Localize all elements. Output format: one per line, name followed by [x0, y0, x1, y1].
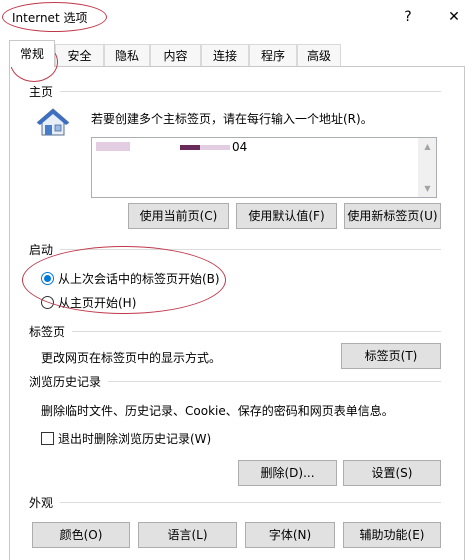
- startup-divider: [60, 249, 441, 250]
- colors-button[interactable]: 颜色(O): [32, 522, 130, 548]
- radio-homepage-label: 从主页开始(H): [58, 296, 137, 310]
- tabs-description: 更改网页在标签页中的显示方式。: [41, 351, 222, 365]
- homepage-address-field[interactable]: 04 ▲ ▼: [91, 137, 437, 198]
- radio-last-session[interactable]: [41, 272, 54, 285]
- history-settings-button[interactable]: 设置(S): [343, 460, 441, 486]
- appearance-divider: [60, 502, 441, 503]
- title-bar: Internet 选项 ? ✕: [0, 0, 473, 36]
- redacted-url-mark: [180, 145, 200, 150]
- tab-security[interactable]: 安全: [55, 44, 104, 66]
- tab-privacy[interactable]: 隐私: [104, 44, 150, 66]
- tabs-group-label: 标签页: [29, 325, 66, 339]
- use-default-button[interactable]: 使用默认值(F): [236, 203, 337, 229]
- use-new-tab-button[interactable]: 使用新标签页(U): [344, 203, 441, 229]
- home-icon: [36, 107, 70, 137]
- tab-connections[interactable]: 连接: [201, 44, 249, 66]
- redacted-url-mark: [96, 142, 130, 151]
- radio-homepage[interactable]: [41, 296, 54, 309]
- homepage-url-text: 04: [232, 140, 248, 154]
- delete-on-exit-label: 退出时删除浏览历史记录(W): [58, 432, 212, 446]
- delete-history-button[interactable]: 删除(D)...: [238, 460, 337, 486]
- use-current-button[interactable]: 使用当前页(C): [128, 203, 229, 229]
- history-group-label: 浏览历史记录: [29, 375, 102, 389]
- tabs-divider: [72, 331, 441, 332]
- tab-content[interactable]: 内容: [150, 44, 201, 66]
- help-button[interactable]: ?: [396, 6, 420, 28]
- delete-on-exit-checkbox[interactable]: [41, 432, 54, 445]
- tab-advanced[interactable]: 高级: [297, 44, 341, 66]
- address-scrollbar[interactable]: ▲ ▼: [418, 138, 436, 197]
- languages-button[interactable]: 语言(L): [138, 522, 237, 548]
- fonts-button[interactable]: 字体(N): [245, 522, 335, 548]
- homepage-divider: [60, 91, 441, 92]
- startup-group-label: 启动: [29, 243, 54, 257]
- scroll-down-icon[interactable]: ▼: [419, 180, 436, 197]
- history-divider: [108, 381, 441, 382]
- close-button[interactable]: ✕: [442, 6, 466, 28]
- tab-general[interactable]: 常规: [9, 40, 55, 67]
- radio-last-session-label: 从上次会话中的标签页开始(B): [58, 272, 220, 286]
- window-title: Internet 选项: [12, 11, 88, 25]
- accessibility-button[interactable]: 辅助功能(E): [343, 522, 441, 548]
- redacted-url-mark: [200, 145, 230, 150]
- appearance-group-label: 外观: [29, 496, 54, 510]
- tab-programs[interactable]: 程序: [249, 44, 297, 66]
- scroll-up-icon[interactable]: ▲: [419, 138, 436, 155]
- homepage-description: 若要创建多个主标签页，请在每行输入一个地址(R)。: [91, 112, 373, 126]
- homepage-group-label: 主页: [29, 85, 54, 99]
- history-description: 删除临时文件、历史记录、Cookie、保存的密码和网页表单信息。: [41, 404, 394, 418]
- tabs-settings-button[interactable]: 标签页(T): [341, 343, 441, 369]
